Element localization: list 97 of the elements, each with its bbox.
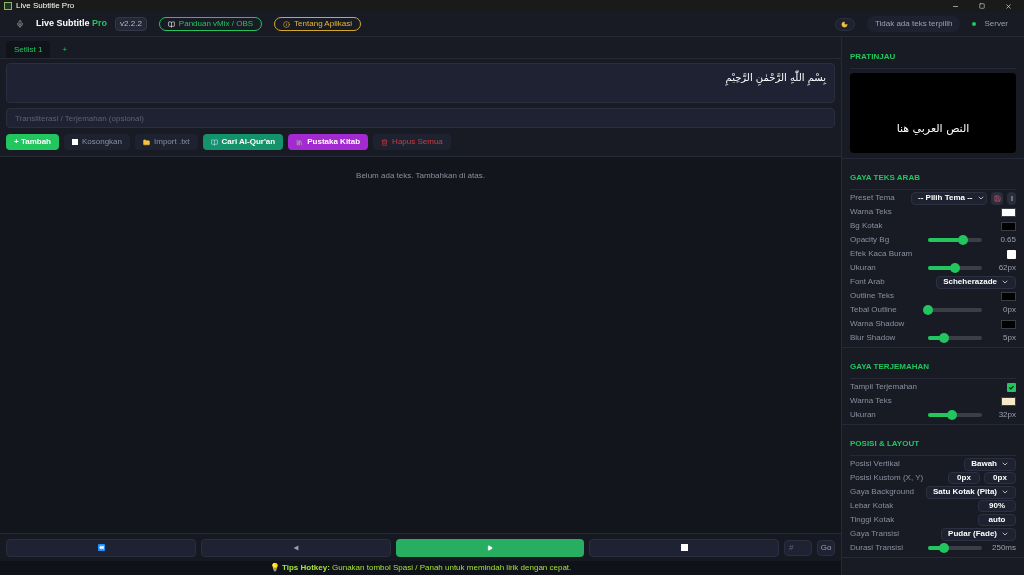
microphone-icon (16, 20, 24, 28)
color-swatch[interactable] (1001, 319, 1016, 329)
dropdown[interactable]: Satu Kotak (Pita) (926, 485, 1016, 499)
chevron-icon (1001, 530, 1009, 538)
preview-text: النص العربي هنا (896, 120, 970, 137)
slider-value: 5px (1002, 332, 1016, 344)
setlist-tab[interactable]: Setlist 1 (6, 41, 51, 58)
slider-value: 0.65 (999, 234, 1016, 246)
setting-label: Efek Kaca Buram (850, 248, 913, 260)
left-triangle-icon (293, 544, 299, 551)
close-icon[interactable] (1005, 2, 1012, 10)
chevron-icon (1001, 460, 1009, 468)
slider-value: 0px (1002, 304, 1016, 316)
import-button[interactable]: Import .txt (135, 134, 198, 150)
checkbox[interactable] (1007, 249, 1016, 259)
color-swatch[interactable] (1001, 396, 1016, 406)
version-badge: v2.2.2 (115, 17, 147, 31)
chevron-icon (1001, 488, 1009, 496)
color-swatch[interactable] (1001, 207, 1016, 217)
book-icon (210, 138, 218, 146)
slider-handle[interactable] (939, 543, 950, 553)
section-title: GAYA TEKS ARAB (850, 173, 920, 182)
setting-label: Posisi Kustom (X, Y) (850, 472, 924, 484)
empty-message: Belum ada teks. Tambahkan di atas. (356, 170, 485, 182)
setting-label: Durasi Transisi (850, 542, 903, 554)
checkbox[interactable] (1007, 382, 1016, 392)
arabic-text-field[interactable]: بِسْمِ اللّٰهِ الرَّحْمٰنِ الرَّحِيْمِ (6, 63, 835, 103)
color-swatch[interactable] (1001, 221, 1016, 231)
setting-label: Warna Shadow (850, 318, 905, 330)
setting-label: Tinggi Kotak (850, 514, 895, 526)
info-icon (283, 20, 291, 28)
rewind-icon (97, 544, 105, 551)
status-pill: Tidak ada teks terpilih (866, 16, 961, 32)
setting-label: Posisi Vertikal (850, 458, 900, 470)
setting-label: Gaya Transisi (850, 528, 899, 540)
delete-button[interactable] (1007, 191, 1016, 205)
theme-toggle[interactable] (834, 17, 855, 31)
dropdown[interactable]: Pudar (Fade) (941, 527, 1016, 541)
setting-label: Tebal Outline (850, 304, 897, 316)
section-title: POSISI & LAYOUT (850, 439, 920, 448)
setting-label: Ukuran (850, 262, 876, 274)
slider-handle[interactable] (947, 410, 958, 420)
setting-label: Font Arab (850, 276, 885, 288)
slider-value: 250ms (991, 542, 1016, 554)
search-quran-button[interactable]: Cari Al-Qur'an (202, 134, 284, 150)
section-title: PRATINJAU (850, 52, 896, 61)
setting-label: Outline Teks (850, 290, 894, 302)
setting-label: Warna Teks (850, 206, 892, 218)
setting-label: Opacity Bg (850, 234, 890, 246)
slider-handle[interactable] (958, 235, 969, 245)
goto-field[interactable]: # (784, 539, 812, 556)
slider-value: 32px (997, 409, 1016, 421)
books-icon (296, 138, 304, 146)
dropdown[interactable]: -- Pilih Tema -- (911, 191, 987, 205)
play-button[interactable] (396, 538, 584, 557)
add-tab-button[interactable]: + (62, 41, 68, 58)
stop-icon (680, 544, 688, 551)
setting-label: Preset Tema (850, 192, 895, 204)
chevron-icon (1001, 278, 1009, 286)
maximize-icon[interactable] (979, 3, 985, 9)
setting-label: Gaya Background (850, 486, 915, 498)
setting-label: Tampil Terjemahan (850, 381, 917, 393)
setting-label: Blur Shadow (850, 332, 896, 344)
slider-handle[interactable] (923, 305, 933, 315)
trash-icon (381, 138, 389, 146)
library-button[interactable]: Pustaka Kitab (288, 134, 369, 150)
text-field[interactable]: auto (978, 514, 1016, 526)
dropdown[interactable]: Bawah (964, 457, 1016, 471)
bar-icon (1010, 195, 1013, 201)
color-swatch[interactable] (1001, 291, 1016, 301)
slider-value: 62px (997, 262, 1016, 274)
folder-icon (143, 138, 150, 146)
hotkey-tip: 💡 Tips Hotkey: Gunakan tombol Spasi / Panah untuk memindah lirik dengan cepat. (269, 562, 572, 574)
window-title: Live Subtitle Pro (16, 0, 75, 12)
setting-label: Bg Kotak (850, 220, 883, 232)
setting-label: Lebar Kotak (850, 500, 894, 512)
play-icon (487, 544, 493, 551)
slider-handle[interactable] (939, 333, 950, 343)
number-field[interactable]: 0px (948, 472, 980, 484)
setting-label: Warna Teks (850, 395, 892, 407)
section-title: GAYA TERJEMAHAN (850, 362, 930, 371)
chevron-icon (976, 194, 985, 202)
clear-button[interactable]: Kosongkan (64, 134, 130, 150)
app-icon (4, 2, 12, 10)
server-label: Server (984, 18, 1008, 30)
slider-handle[interactable] (950, 263, 960, 273)
dropdown[interactable]: Scheherazade (936, 275, 1016, 289)
text-field[interactable]: 90% (978, 500, 1016, 512)
app-name: Live Subtitle Pro (36, 17, 108, 31)
square-icon (72, 139, 78, 145)
save-icon (993, 194, 1001, 202)
number-field[interactable]: 0px (984, 472, 1016, 484)
moon-icon (841, 20, 849, 28)
setting-label: Ukuran (850, 409, 876, 421)
go-button[interactable]: Go (817, 539, 835, 556)
book-icon (167, 20, 175, 28)
check-icon (1008, 383, 1015, 391)
